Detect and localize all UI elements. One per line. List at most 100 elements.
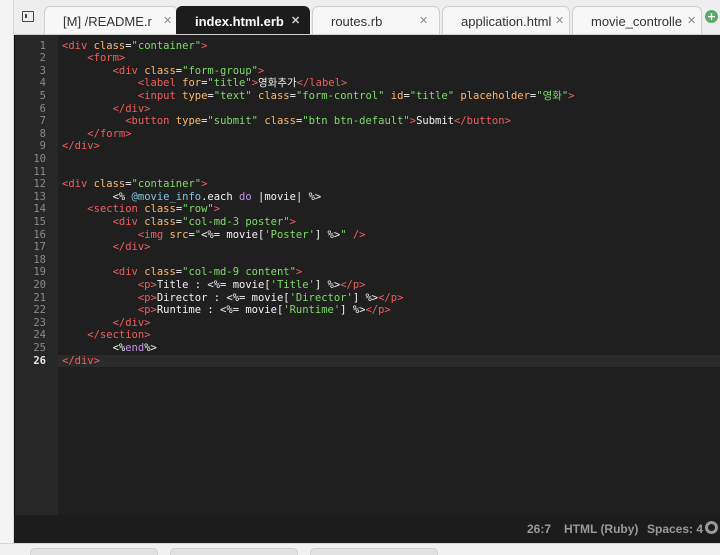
code-line[interactable]: 14 <section class="row"> (33, 203, 720, 216)
tab-routes-rb[interactable]: routes.rb ✕ (312, 6, 440, 34)
code-line[interactable]: 6 </div> (40, 103, 720, 116)
code-line[interactable]: 1 <div class="container"> (40, 39, 720, 53)
code-token: 'Runtime' (283, 304, 341, 317)
syntax-selector[interactable]: HTML (Ruby) (564, 522, 638, 536)
line-number: 19 (33, 266, 46, 279)
indentation-selector[interactable]: Spaces: 4 (647, 522, 703, 536)
code-token: src (169, 228, 189, 241)
code-token: </div> (112, 316, 151, 329)
tab-readme[interactable]: [M] /README.r ✕ (44, 6, 178, 34)
plus-circle-icon[interactable]: + (705, 10, 718, 23)
code-text: </section> (62, 329, 150, 342)
code-token: <% (112, 190, 132, 203)
code-editor[interactable]: 1 <div class="container"> 2 <form> 3 <div c… (14, 35, 720, 543)
sidebar-toggle-icon[interactable] (22, 11, 34, 22)
code-line[interactable]: 16 <img src="<%= movie['Poster'] %>" /> (33, 228, 720, 242)
taskbar-item[interactable] (170, 548, 298, 555)
close-icon[interactable]: ✕ (163, 14, 172, 27)
code-token: <% (112, 341, 126, 354)
code-line[interactable]: 15 <div class="col-md-3 poster"> (33, 215, 720, 229)
line-number: 6 (39, 102, 46, 115)
code-token: <div (112, 64, 145, 77)
code-line[interactable]: 4 <label for="title">영화추가</label> (40, 77, 720, 90)
code-line[interactable]: 25 <%end%> (33, 341, 720, 355)
code-token: |movie| %> (251, 190, 322, 203)
code-line[interactable]: 19 <div class="col-md-9 content"> (33, 266, 720, 279)
taskbar-item[interactable] (30, 548, 158, 555)
code-token: .each (201, 190, 240, 203)
line-number: 17 (33, 241, 46, 254)
close-icon[interactable]: ✕ (419, 14, 428, 27)
code-token: </div> (62, 354, 100, 367)
code-area[interactable]: 1 <div class="container"> 2 <form> 3 <div c… (33, 35, 720, 543)
tab-application-html[interactable]: application.html ✕ (442, 6, 570, 34)
code-token: <%= movie[ (226, 291, 290, 304)
code-line[interactable]: 12 <div class="container"> (33, 178, 720, 191)
code-token: <section (87, 203, 145, 216)
code-line[interactable]: 13 <% @movie_info.each do |movie| %> (33, 190, 720, 204)
code-line[interactable]: 18 (33, 254, 720, 267)
code-token: <div (62, 39, 94, 52)
code-line[interactable]: 24 </section> (33, 329, 720, 342)
code-token: <div (62, 178, 94, 191)
code-token: ] %> (314, 278, 341, 291)
code-token: <p> (137, 278, 157, 291)
code-token: <label (137, 77, 183, 90)
line-number: 2 (39, 52, 46, 65)
code-line[interactable]: 22 <p>Runtime : <%= movie['Runtime'] %><… (33, 304, 720, 317)
code-text: <div class="form-group"> (62, 64, 265, 78)
cursor-position[interactable]: 26:7 (527, 522, 551, 536)
code-text: <div class="col-md-9 content"> (62, 266, 303, 279)
close-icon[interactable]: ✕ (555, 14, 564, 27)
line-number: 24 (33, 329, 46, 342)
tab-index-html-erb[interactable]: index.html.erb ✕ (176, 6, 310, 34)
tab-movie-controller[interactable]: movie_controlle ✕ (572, 6, 702, 34)
code-line[interactable]: 23 </div> (33, 316, 720, 330)
close-icon[interactable]: ✕ (291, 14, 300, 27)
code-token: </div> (62, 140, 100, 153)
code-line[interactable]: 21 <p>Director : <%= movie['Director'] %… (33, 291, 720, 305)
code-line[interactable]: 17 </div> (33, 241, 720, 254)
code-line[interactable]: 26 </div> (33, 354, 720, 368)
line-number: 10 (33, 152, 46, 165)
code-token: <p> (137, 304, 157, 317)
gear-icon[interactable] (705, 521, 718, 534)
tab-label: routes.rb (331, 14, 383, 29)
code-line[interactable]: 3 <div class="form-group"> (40, 64, 720, 78)
code-token: %> (144, 341, 157, 354)
code-line[interactable]: 8 </form> (40, 128, 720, 141)
taskbar-item[interactable] (310, 548, 438, 555)
code-line[interactable]: 7 <button type="submit" class="btn btn-d… (40, 115, 720, 128)
code-token: end (125, 341, 145, 354)
code-token: </p> (378, 291, 404, 304)
line-number: 12 (33, 178, 46, 191)
code-token: /> (352, 228, 366, 241)
code-token: 영화추가 (258, 77, 297, 90)
code-line[interactable]: 5 <input type="text" class="form-control… (40, 89, 720, 103)
code-token: 'Director' (289, 291, 353, 304)
code-token: > (295, 266, 303, 279)
code-line[interactable]: 20 <p>Title : <%= movie['Title'] %></p> (33, 278, 720, 292)
close-icon[interactable]: ✕ (687, 14, 696, 27)
code-line[interactable]: 11 (33, 166, 720, 179)
code-token: <div (112, 215, 145, 228)
code-line[interactable]: 9 </div> (40, 140, 720, 153)
code-token: class (258, 89, 290, 102)
status-bar: 26:7 HTML (Ruby) Spaces: 4 (14, 515, 720, 543)
code-token: <%= movie[ (207, 278, 271, 291)
line-number: 18 (33, 253, 46, 266)
code-line[interactable]: 2 <form> (40, 52, 720, 65)
code-line[interactable]: 10 (33, 153, 720, 166)
code-token: "form-control" (295, 89, 385, 102)
code-token: Title : (156, 278, 208, 291)
line-number: 13 (33, 190, 46, 203)
